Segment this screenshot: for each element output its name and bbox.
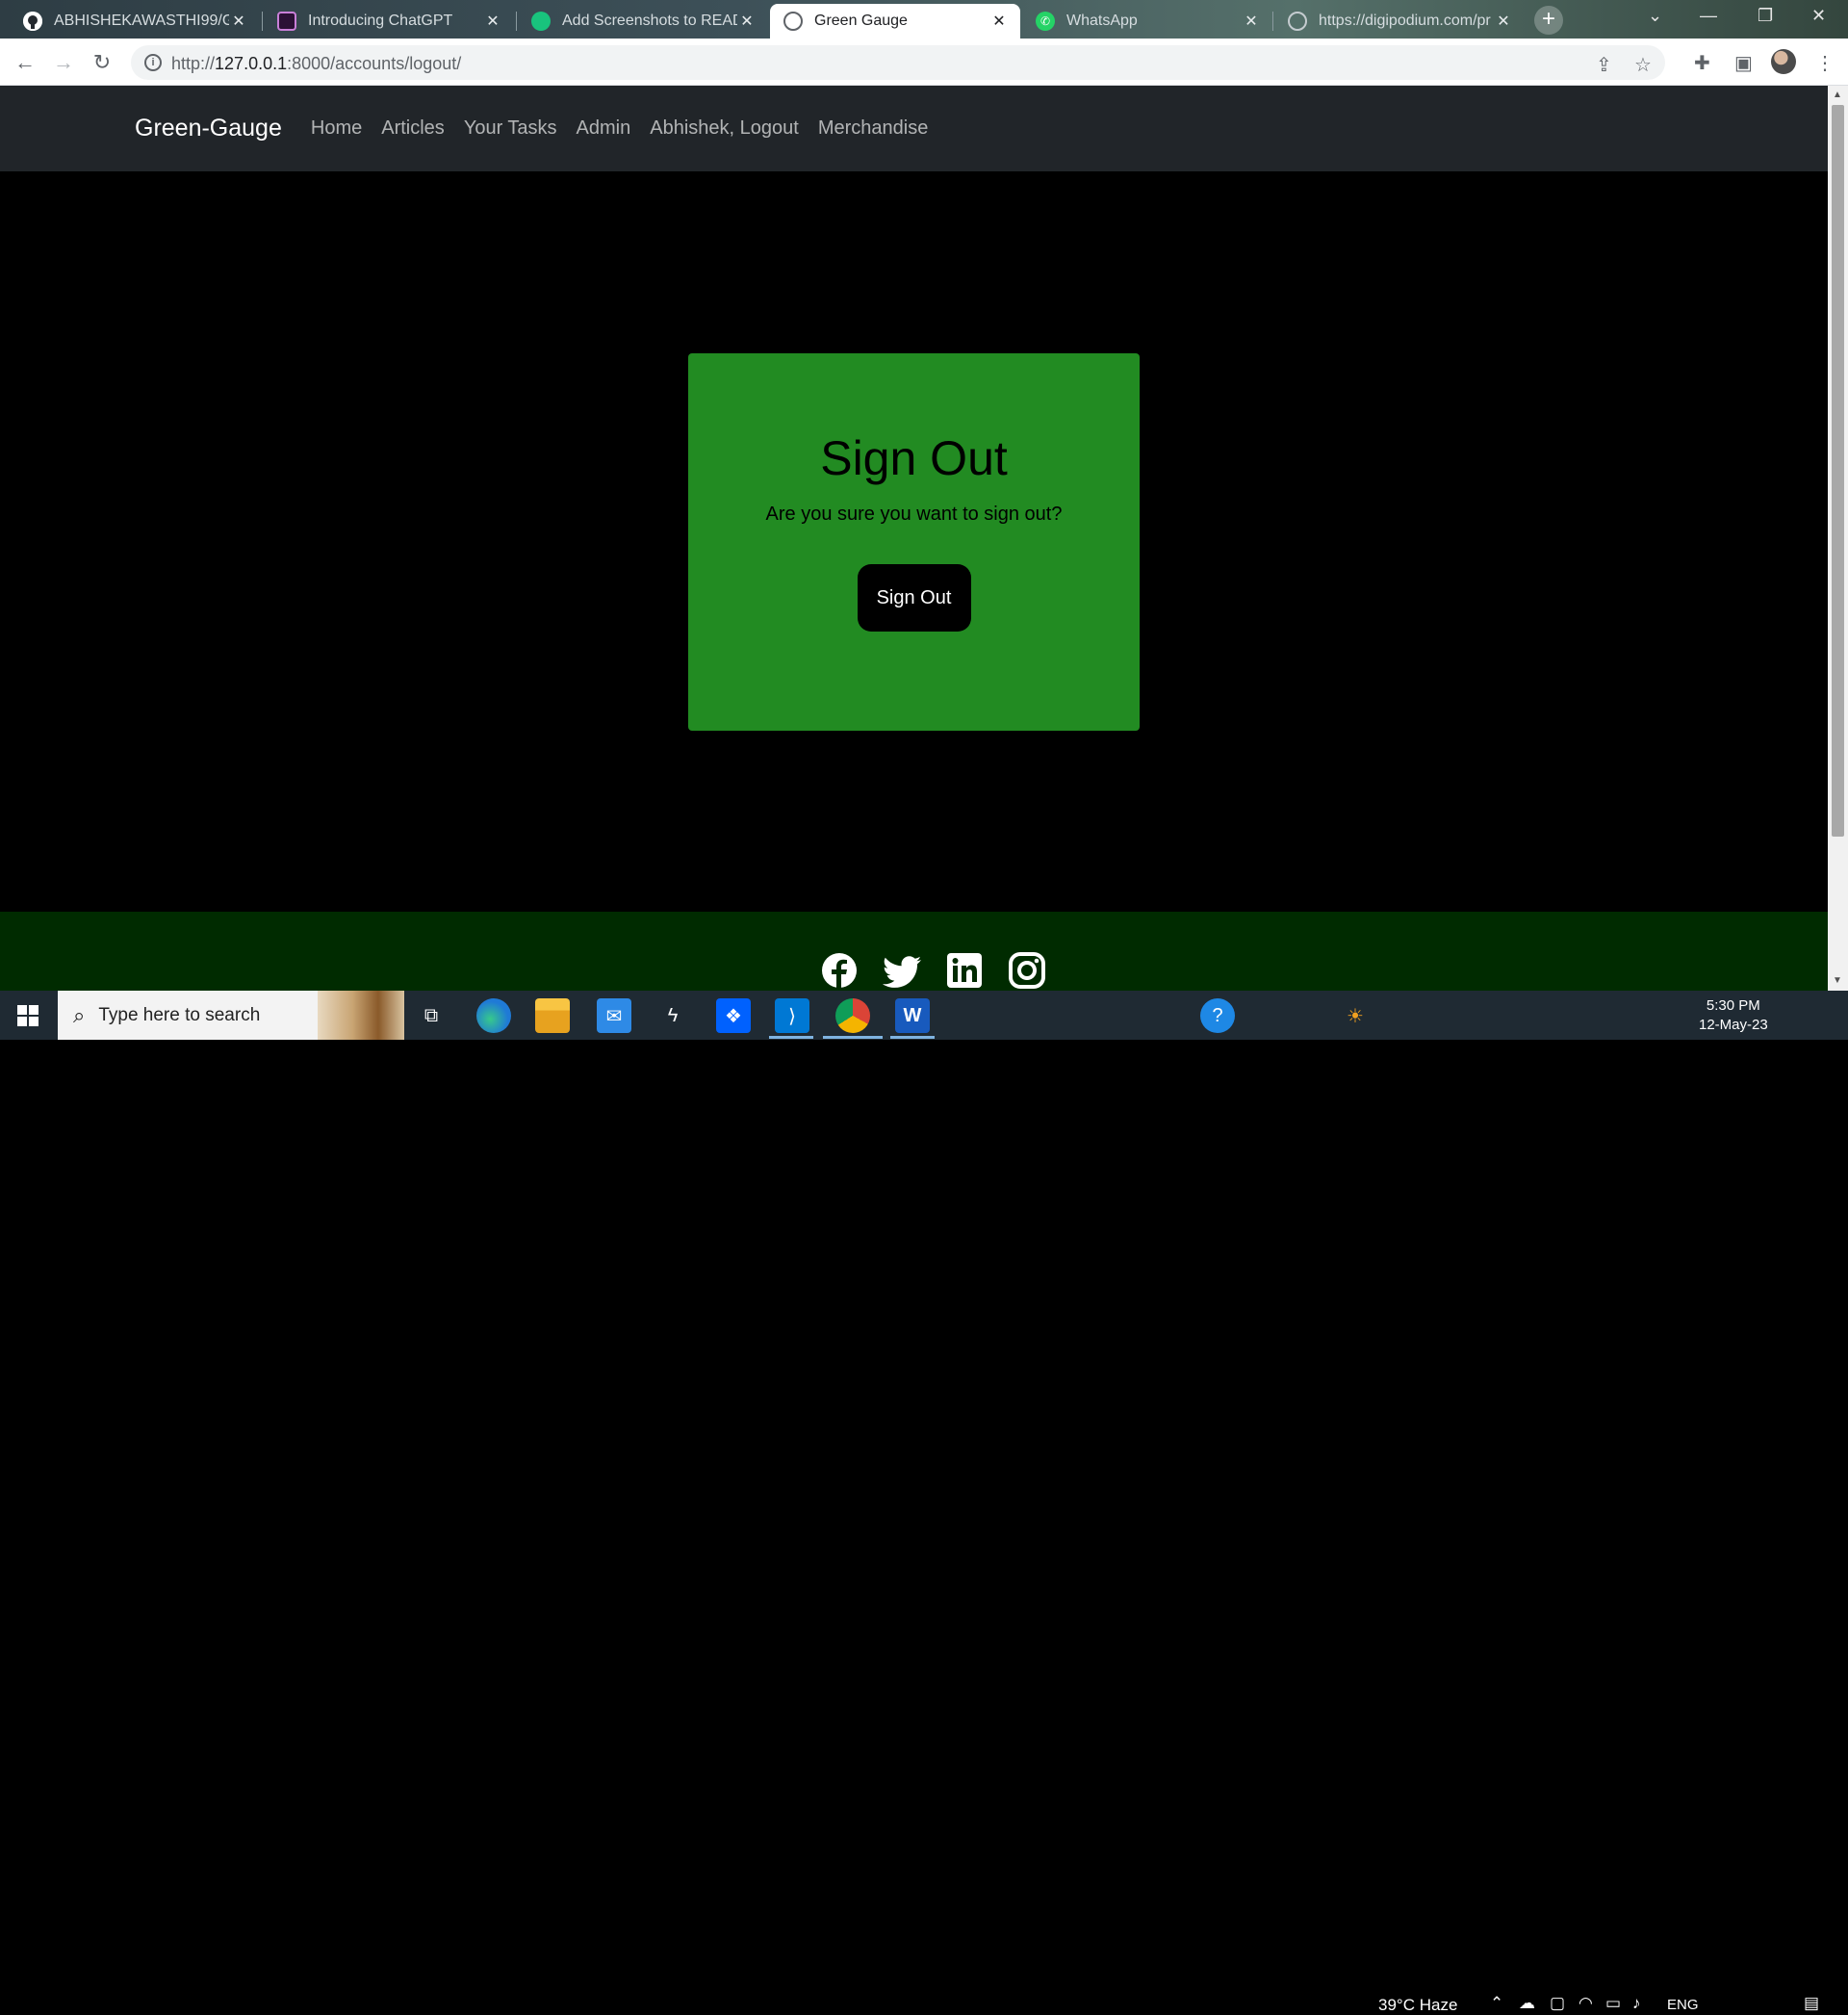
site-navbar: Green-Gauge Home Articles Your Tasks Adm… (0, 86, 1828, 171)
tab-separator (262, 12, 263, 31)
windows-taskbar: ⌕ Type here to search ⧉ ✉ ϟ ❖ ⟩ W ? ☀ 39… (0, 991, 1848, 2014)
github-icon (23, 12, 42, 31)
browser-tab-strip: ABHISHEKAWASTHI99/Gre ✕ Introducing Chat… (0, 0, 1848, 39)
close-icon[interactable]: ✕ (1494, 12, 1513, 31)
weather-sun-icon[interactable]: ☀ (1338, 998, 1373, 1033)
signout-card: Sign Out Are you sure you want to sign o… (688, 353, 1140, 731)
battery-icon[interactable]: ▭ (1605, 1994, 1621, 2013)
wifi-icon[interactable]: ◠ (1578, 1994, 1593, 2013)
clock-time: 5:30 PM (1706, 997, 1760, 1014)
tab-digipodium[interactable]: https://digipodium.com/pr ✕ (1274, 4, 1525, 39)
chatgpt-icon (277, 12, 296, 31)
search-placeholder: Type here to search (98, 1004, 261, 1025)
search-highlight-image (318, 991, 404, 1040)
tab-github[interactable]: ABHISHEKAWASTHI99/Gre ✕ (10, 4, 260, 39)
page-scrollbar[interactable]: ▲ ▼ (1828, 86, 1848, 991)
bookmark-star-icon[interactable]: ☆ (1634, 53, 1652, 77)
tab-whatsapp[interactable]: ✆ WhatsApp ✕ (1022, 4, 1272, 39)
tab-title: WhatsApp (1066, 13, 1138, 29)
volume-icon[interactable]: ♪ (1632, 1994, 1641, 2013)
site-brand[interactable]: Green-Gauge (135, 115, 282, 142)
tab-chatgpt[interactable]: Introducing ChatGPT ✕ (264, 4, 514, 39)
tab-separator (1272, 12, 1273, 31)
profile-avatar[interactable] (1771, 49, 1796, 74)
word-active-indicator (890, 1036, 935, 1039)
address-bar[interactable]: i http://127.0.0.1:8000/accounts/logout/… (131, 45, 1665, 80)
close-icon[interactable]: ✕ (737, 12, 757, 31)
clock-date: 12-May-23 (1699, 1017, 1768, 1033)
show-hidden-icons-icon[interactable]: ⌃ (1490, 1994, 1503, 2013)
nav-link-admin[interactable]: Admin (577, 117, 631, 140)
edge-icon[interactable] (476, 998, 511, 1033)
nav-link-your-tasks[interactable]: Your Tasks (464, 117, 557, 140)
side-panel-icon[interactable]: ▣ (1734, 51, 1753, 75)
forward-arrow-icon[interactable]: → (48, 47, 79, 78)
tab-title: ABHISHEKAWASTHI99/Gre (54, 13, 229, 29)
windows-start-icon[interactable] (17, 1005, 38, 1026)
restore-icon[interactable]: ❐ (1758, 6, 1773, 26)
onedrive-cloud-icon[interactable]: ☁ (1519, 1994, 1535, 2013)
scrollbar-thumb[interactable] (1832, 105, 1844, 837)
close-icon[interactable]: ✕ (483, 12, 502, 31)
vscode-icon[interactable]: ⟩ (775, 998, 809, 1033)
task-view-icon[interactable]: ⧉ (414, 998, 449, 1033)
tab-title: Introducing ChatGPT (308, 13, 453, 29)
nav-link-logout[interactable]: Abhishek, Logout (650, 117, 799, 140)
facebook-icon[interactable] (820, 951, 859, 990)
nav-link-articles[interactable]: Articles (381, 117, 445, 140)
extensions-puzzle-icon[interactable]: ✚ (1694, 51, 1710, 75)
language-indicator[interactable]: ENG (1667, 1997, 1699, 2013)
url-text[interactable]: http://127.0.0.1:8000/accounts/logout/ (171, 54, 461, 74)
nav-link-merchandise[interactable]: Merchandise (818, 117, 929, 140)
mail-icon[interactable]: ✉ (597, 998, 631, 1033)
taskbar-search-box[interactable]: ⌕ Type here to search (58, 991, 404, 1040)
globe-icon (1288, 12, 1307, 31)
back-arrow-icon[interactable]: ← (10, 47, 40, 78)
browser-toolbar: ← → ↻ i http://127.0.0.1:8000/accounts/l… (0, 39, 1848, 86)
chrome-active-indicator (823, 1036, 883, 1039)
close-icon[interactable]: ✕ (989, 12, 1009, 31)
taskbar-clock[interactable]: 5:30 PM 12-May-23 (1699, 996, 1768, 1035)
new-tab-button[interactable]: + (1534, 6, 1563, 35)
signout-title: Sign Out (820, 431, 1008, 485)
nav-link-home[interactable]: Home (311, 117, 362, 140)
signout-button[interactable]: Sign Out (857, 564, 971, 632)
scroll-down-arrow-icon[interactable]: ▼ (1833, 975, 1842, 986)
page-viewport: Green-Gauge Home Articles Your Tasks Adm… (0, 86, 1828, 991)
tab-title: https://digipodium.com/pr (1319, 13, 1491, 29)
dropbox-icon[interactable]: ❖ (716, 998, 751, 1033)
vscode-active-indicator (769, 1036, 813, 1039)
linkedin-icon[interactable] (945, 951, 984, 990)
menu-kebab-icon[interactable]: ⋮ (1815, 51, 1835, 75)
weather-text[interactable]: 39°C Haze (1378, 1996, 1457, 2015)
twitter-icon[interactable] (883, 953, 921, 992)
reload-icon[interactable]: ↻ (87, 47, 117, 78)
help-icon[interactable]: ? (1200, 998, 1235, 1033)
tab-readme-screenshots[interactable]: Add Screenshots to READM ✕ (518, 4, 768, 39)
tab-separator (516, 12, 517, 31)
word-icon[interactable]: W (895, 998, 930, 1033)
tab-title: Green Gauge (814, 13, 908, 29)
signout-message: Are you sure you want to sign out? (765, 504, 1063, 525)
search-icon: ⌕ (73, 1002, 86, 1027)
file-explorer-icon[interactable] (535, 998, 570, 1033)
notifications-icon[interactable]: ▤ (1804, 1994, 1819, 2013)
globe-icon (783, 12, 803, 31)
close-icon[interactable]: ✕ (229, 12, 248, 31)
tab-green-gauge[interactable]: Green Gauge ✕ (770, 4, 1020, 39)
terminal-icon[interactable]: ϟ (655, 998, 690, 1033)
site-info-icon[interactable]: i (144, 54, 162, 71)
whatsapp-icon: ✆ (1036, 12, 1055, 31)
meet-icon[interactable]: ▢ (1550, 1994, 1565, 2013)
minimize-icon[interactable]: — (1700, 6, 1717, 26)
tab-title: Add Screenshots to READM (562, 13, 737, 29)
tab-search-icon[interactable]: ⌄ (1648, 6, 1662, 26)
share-icon[interactable]: ⇪ (1596, 53, 1612, 77)
scroll-up-arrow-icon[interactable]: ▲ (1833, 90, 1842, 100)
window-close-icon[interactable]: ✕ (1811, 6, 1826, 26)
close-icon[interactable]: ✕ (1242, 12, 1261, 31)
chrome-icon[interactable] (835, 998, 870, 1033)
instagram-icon[interactable] (1008, 951, 1046, 990)
chatgpt-green-icon (531, 12, 551, 31)
